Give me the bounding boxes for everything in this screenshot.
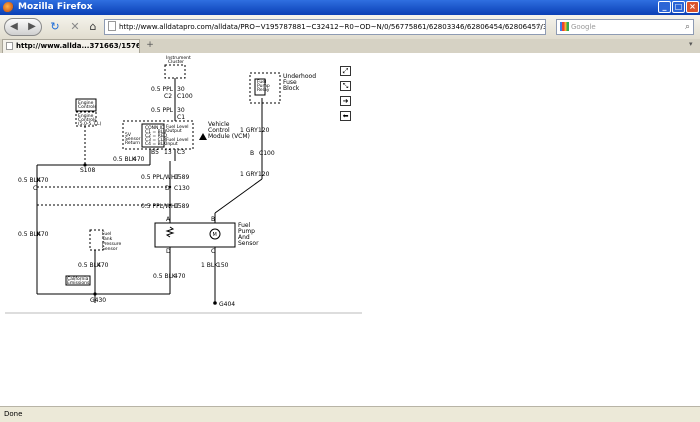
vcm-label-3: Module (VCM) bbox=[208, 133, 250, 140]
search-input[interactable]: Google ⌕ bbox=[556, 19, 694, 35]
vcm-rb-2: Input bbox=[166, 141, 178, 147]
vcm-rt-2: Output bbox=[166, 128, 182, 134]
new-tab-button[interactable]: + bbox=[144, 40, 156, 52]
s108-label: S108 bbox=[80, 167, 95, 174]
zoom-out-icon[interactable]: ⤡ bbox=[340, 81, 351, 91]
window-title: Mozilla Firefox bbox=[18, 2, 93, 12]
fuel-pump-4: Sensor bbox=[238, 240, 259, 247]
google-icon[interactable] bbox=[560, 22, 569, 31]
instrument-cluster-l2: Cluster bbox=[168, 59, 184, 65]
reload-icon[interactable]: ↻ bbox=[46, 18, 64, 36]
stop-icon[interactable]: ✕ bbox=[66, 18, 84, 36]
n13-label: 13 bbox=[164, 149, 172, 156]
d-left-label: D bbox=[165, 185, 170, 192]
fuse-block-3: Block bbox=[283, 85, 300, 92]
firefox-icon bbox=[3, 2, 14, 13]
navigation-toolbar: ◀ ▶ ↻ ✕ ⌂ http://www.alldatapro.com/alld… bbox=[0, 15, 700, 40]
tab-label: http://www.allda...371663/157696793 bbox=[16, 42, 140, 50]
tab-list-icon[interactable]: ▾ bbox=[689, 40, 693, 48]
page-icon bbox=[108, 21, 116, 31]
c130-label: C130 bbox=[174, 185, 190, 192]
back-forward-group: ◀ ▶ bbox=[4, 18, 42, 36]
page-icon bbox=[6, 42, 13, 50]
c1-label: C1 bbox=[177, 114, 185, 121]
wire-30b-label: 0.5 PPL bbox=[151, 107, 174, 114]
maximize-button[interactable]: □ bbox=[672, 1, 685, 13]
gry120-top-num: 120 bbox=[258, 127, 270, 134]
california-2: Emissions bbox=[67, 280, 90, 286]
search-icon[interactable]: ⌕ bbox=[685, 20, 690, 34]
page-content: Instrument Cluster Engine Controls Engin… bbox=[0, 53, 700, 406]
gry120-top-label: 1 GRY bbox=[240, 127, 258, 134]
vcm-left-3: Return bbox=[125, 140, 140, 146]
url-bar[interactable]: http://www.alldatapro.com/alldata/PRO~V1… bbox=[104, 19, 546, 35]
c100-label: C100 bbox=[177, 93, 193, 100]
url-text: http://www.alldatapro.com/alldata/PRO~V1… bbox=[119, 23, 545, 31]
ground-g430-dot bbox=[93, 292, 97, 296]
blk470-mid-num: 470 bbox=[37, 231, 49, 238]
ftp-4: Sensor bbox=[102, 246, 118, 252]
vcm-inner-5: C4 = BLK bbox=[145, 141, 167, 147]
wire-30a-num: 30 bbox=[177, 86, 185, 93]
pin-d-label: D bbox=[166, 248, 171, 255]
resistor-symbol bbox=[165, 226, 175, 238]
blk150-num: 150 bbox=[217, 262, 229, 269]
next-page-icon[interactable]: ➜ bbox=[340, 96, 351, 106]
tab-active[interactable]: http://www.allda...371663/157696793 bbox=[2, 39, 140, 53]
minimize-button[interactable]: _ bbox=[658, 1, 671, 13]
c100b-label: C100 bbox=[259, 150, 275, 157]
wire-120-bend bbox=[214, 178, 263, 214]
instrument-cluster-box bbox=[164, 64, 186, 79]
status-text: Done bbox=[4, 410, 23, 418]
blk470-sensor-num: 470 bbox=[97, 262, 109, 269]
status-bar: Done bbox=[0, 406, 700, 422]
g404-label: G404 bbox=[219, 301, 235, 308]
zoom-in-icon[interactable]: ⤢ bbox=[340, 66, 351, 76]
blk470-top-num: 470 bbox=[133, 156, 145, 163]
prev-page-icon[interactable]: ⬅ bbox=[340, 111, 351, 121]
fuse-inner-3: Relay bbox=[257, 87, 270, 93]
wire-30b-num: 30 bbox=[177, 107, 185, 114]
pin-c-label: C bbox=[211, 248, 215, 255]
ground-g404-dot bbox=[213, 301, 217, 305]
engine-controls-sub-l3: (5.0-5.7 L) bbox=[78, 121, 102, 127]
back-button[interactable]: ◀ bbox=[5, 19, 23, 35]
home-icon[interactable]: ⌂ bbox=[84, 18, 102, 36]
close-window-button[interactable]: × bbox=[686, 1, 699, 13]
pplwht2-num: 1589 bbox=[174, 203, 189, 210]
search-placeholder: Google bbox=[571, 23, 596, 31]
motor-label: M bbox=[213, 232, 217, 238]
blk470-left-num: 470 bbox=[37, 177, 49, 184]
c-left-label: C bbox=[33, 185, 37, 192]
c3-label: C3 bbox=[177, 149, 185, 156]
c2-label: C2 bbox=[164, 93, 172, 100]
gry120-bot-label: 1 GRY bbox=[240, 171, 258, 178]
wire-30a-label: 0.5 PPL bbox=[151, 86, 174, 93]
forward-button[interactable]: ▶ bbox=[23, 19, 41, 35]
pplwht1-num: 1589 bbox=[174, 174, 189, 181]
engine-controls-l2: Controls bbox=[78, 104, 97, 110]
pin-b-label: B bbox=[211, 216, 215, 223]
b5-label: B5 bbox=[151, 149, 159, 156]
window-titlebar: Mozilla Firefox _ □ × bbox=[0, 0, 700, 15]
blk470-bottom-num: 470 bbox=[174, 273, 186, 280]
gry120-bot-num: 120 bbox=[258, 171, 270, 178]
bookmark-star-icon[interactable]: ☆ bbox=[535, 20, 543, 34]
b-label: B bbox=[250, 150, 254, 157]
esd-icon bbox=[199, 133, 207, 140]
g430-label: G430 bbox=[90, 297, 106, 304]
tab-bar: http://www.allda...371663/157696793 + ▾ bbox=[0, 39, 700, 54]
